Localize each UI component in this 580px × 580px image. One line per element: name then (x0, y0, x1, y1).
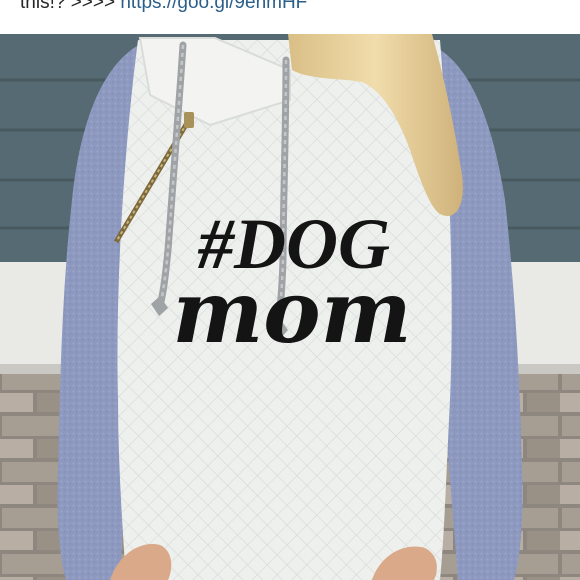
caption-text: this!? >>>> (20, 0, 121, 13)
caption-link[interactable]: https://goo.gl/9enmHF (120, 0, 307, 13)
print-text-mom: mom (172, 262, 411, 363)
post-caption: this!? >>>> https://goo.gl/9enmHF (0, 0, 580, 34)
product-photo[interactable]: #DOG mom (0, 34, 580, 580)
caption-line: this!? >>>> https://goo.gl/9enmHF (20, 0, 307, 15)
